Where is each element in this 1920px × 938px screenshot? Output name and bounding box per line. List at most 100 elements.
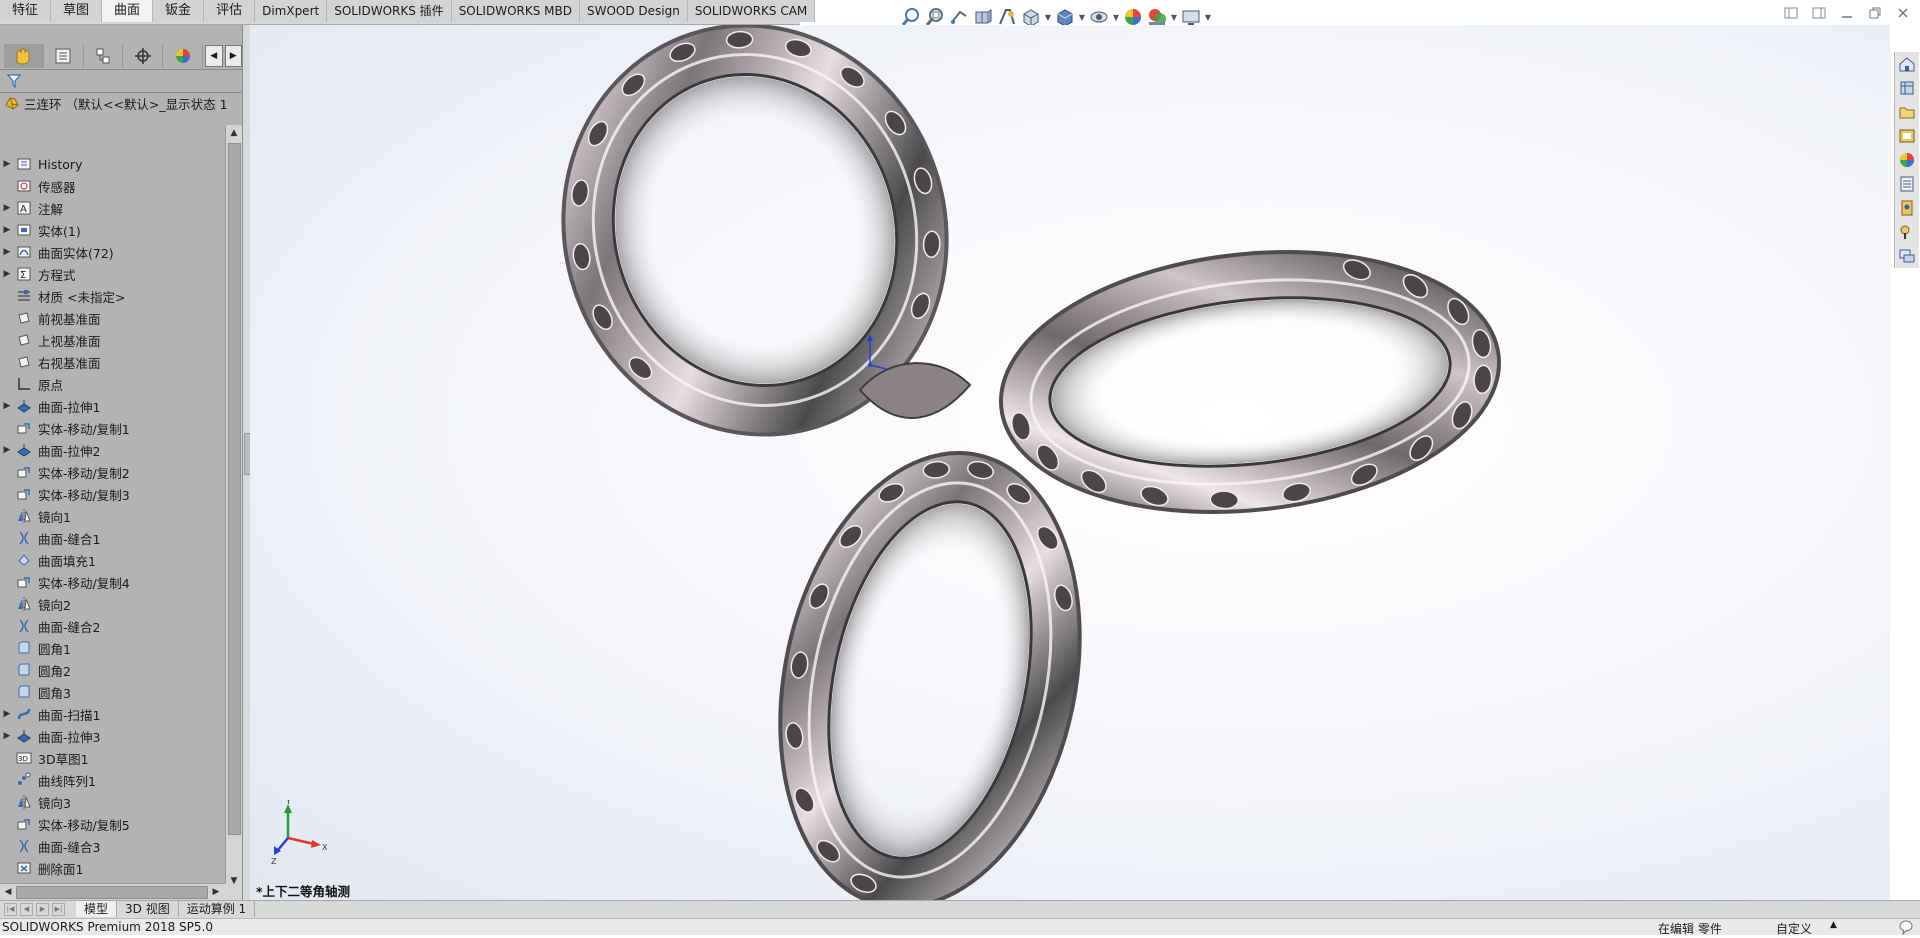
tree-item[interactable]: 右视基准面	[0, 351, 224, 373]
chevron-down-icon[interactable]: ▼	[1078, 13, 1086, 22]
tree-item[interactable]: 曲面-缝合1	[0, 527, 224, 549]
tab-surfaces[interactable]: 曲面	[102, 0, 154, 22]
tab-sheet-metal[interactable]: 钣金	[153, 0, 205, 22]
expand-arrow-icon[interactable]: ▶	[0, 401, 14, 411]
expand-arrow-icon[interactable]: ▶	[0, 247, 14, 257]
solidworks-resources-icon[interactable]	[1895, 52, 1919, 76]
chevron-down-icon[interactable]: ▼	[1112, 13, 1120, 22]
tab-swood-design[interactable]: SWOOD Design	[580, 0, 688, 22]
tree-item[interactable]: 实体-移动/复制3	[0, 483, 224, 505]
scroll-right-icon[interactable]: ▶	[208, 884, 224, 900]
tree-item[interactable]: 圆角1	[0, 637, 224, 659]
tab-mbd[interactable]: SOLIDWORKS MBD	[451, 0, 580, 22]
tree-item[interactable]: 曲面-缝合3	[0, 835, 224, 857]
scroll-left-icon[interactable]: ◀	[0, 884, 16, 900]
close-icon[interactable]	[1896, 6, 1910, 20]
appearances-scenes-icon[interactable]	[1895, 148, 1919, 172]
tree-item[interactable]: ▶ 曲面-拉伸1	[0, 395, 224, 417]
tree-item[interactable]: ▶ 曲面-拉伸2	[0, 439, 224, 461]
tab-3d-views[interactable]: 3D 视图	[117, 901, 179, 917]
tree-item[interactable]: 实体-移动/复制5	[0, 813, 224, 835]
next-tab-icon[interactable]: ▶	[36, 903, 49, 916]
tab-motion-study[interactable]: 运动算例 1	[179, 901, 256, 917]
tree-item[interactable]: 曲线阵列1	[0, 769, 224, 791]
chevron-down-icon[interactable]: ▼	[1204, 13, 1212, 22]
tree-item[interactable]: ▶ History	[0, 153, 224, 175]
file-explorer-icon[interactable]	[1895, 100, 1919, 124]
chevron-down-icon[interactable]: ▼	[1170, 13, 1178, 22]
help-bubble-icon[interactable]	[1898, 919, 1914, 936]
panel-grip[interactable]	[0, 25, 242, 43]
tree-item[interactable]: 镜向1	[0, 505, 224, 527]
tree-item[interactable]: 实体-移动/复制4	[0, 571, 224, 593]
first-tab-icon[interactable]: |◀	[4, 903, 17, 916]
tree-item[interactable]: 曲面-缝合2	[0, 615, 224, 637]
custom-properties-icon[interactable]	[1895, 172, 1919, 196]
tree-item[interactable]: 原点	[0, 373, 224, 395]
property-manager-tab-icon[interactable]	[44, 44, 84, 68]
tile-left-icon[interactable]	[1784, 6, 1798, 20]
configuration-manager-tab-icon[interactable]	[84, 44, 124, 68]
tree-item[interactable]: 实体-移动/复制1	[0, 417, 224, 439]
expand-arrow-icon[interactable]: ▶	[0, 225, 14, 235]
minimize-icon[interactable]	[1840, 6, 1854, 20]
expand-arrow-icon[interactable]: ▶	[0, 269, 14, 279]
restore-icon[interactable]	[1868, 6, 1882, 20]
tree-item[interactable]: 镜向2	[0, 593, 224, 615]
design-library-icon[interactable]	[1895, 76, 1919, 100]
part-root-item[interactable]: 三连环 （默认<<默认>_显示状态 1>	[0, 93, 228, 113]
tabs-scroll-right-icon[interactable]: ▶	[224, 45, 243, 67]
scroll-thumb[interactable]	[16, 886, 208, 899]
tree-item[interactable]: 镜向3	[0, 791, 224, 813]
tree-item[interactable]: 传感器	[0, 175, 224, 197]
scroll-thumb[interactable]	[228, 143, 241, 835]
graphics-area[interactable]: Y X Z *上下二等角轴测	[250, 25, 1890, 900]
filter-icon[interactable]	[6, 73, 22, 89]
tree-item[interactable]: 圆角3	[0, 681, 224, 703]
previous-tab-icon[interactable]: ◀	[20, 903, 33, 916]
tree-item[interactable]: 实体-移动/复制2	[0, 461, 224, 483]
dimxpert-manager-tab-icon[interactable]	[123, 44, 164, 68]
tab-evaluate[interactable]: 评估	[204, 0, 256, 22]
chevron-up-icon[interactable]: ▲	[1830, 920, 1837, 930]
tabs-scroll-left-icon[interactable]: ◀	[204, 45, 223, 67]
trefoil-ring-model[interactable]	[250, 25, 1890, 900]
last-tab-icon[interactable]: ▶|	[52, 903, 65, 916]
scroll-up-icon[interactable]: ▲	[226, 125, 242, 141]
tab-features[interactable]: 特征	[0, 0, 52, 22]
solidworks-forum-icon[interactable]	[1895, 196, 1919, 220]
tab-sketch[interactable]: 草图	[51, 0, 103, 22]
tab-model[interactable]: 模型	[76, 901, 118, 917]
tree-item[interactable]: 删除面1	[0, 857, 224, 879]
tree-item[interactable]: 圆角2	[0, 659, 224, 681]
tree-item[interactable]: ▶ 曲面-扫描1	[0, 703, 224, 725]
tab-cam[interactable]: SOLIDWORKS CAM	[687, 0, 816, 22]
unit-system-selector[interactable]: 自定义	[1776, 920, 1812, 937]
tab-add-ins[interactable]: SOLIDWORKS 插件	[327, 0, 452, 22]
sensor-tab-icon[interactable]	[1895, 220, 1919, 244]
expand-arrow-icon[interactable]: ▶	[0, 445, 14, 455]
display-manager-tab-icon[interactable]	[163, 44, 203, 68]
expand-arrow-icon[interactable]: ▶	[0, 159, 14, 169]
tree-item[interactable]: ▶ A 注解	[0, 197, 224, 219]
panel-splitter[interactable]	[243, 25, 251, 900]
messages-icon[interactable]	[1895, 244, 1919, 268]
expand-arrow-icon[interactable]: ▶	[0, 203, 14, 213]
tree-item[interactable]: ▶ 曲面-拉伸3	[0, 725, 224, 747]
tree-horizontal-scrollbar[interactable]: ◀ ▶	[0, 883, 226, 900]
tree-item[interactable]: ▶ 实体(1)	[0, 219, 224, 241]
tree-item[interactable]: 曲面填充1	[0, 549, 224, 571]
expand-arrow-icon[interactable]: ▶	[0, 709, 14, 719]
tree-item[interactable]: ▶ Σ 方程式	[0, 263, 224, 285]
tree-vertical-scrollbar[interactable]: ▲ ▼	[225, 125, 242, 905]
tree-item[interactable]: 3D 3D草图1	[0, 747, 224, 769]
tile-right-icon[interactable]	[1812, 6, 1826, 20]
tree-item[interactable]: 材质 <未指定>	[0, 285, 224, 307]
tree-item[interactable]: ▶ 曲面实体(72)	[0, 241, 224, 263]
chevron-down-icon[interactable]: ▼	[1044, 13, 1052, 22]
tab-dimxpert[interactable]: DimXpert	[255, 0, 328, 22]
tree-item[interactable]: 前视基准面	[0, 307, 224, 329]
tree-item[interactable]: 上视基准面	[0, 329, 224, 351]
expand-arrow-icon[interactable]: ▶	[0, 731, 14, 741]
view-palette-icon[interactable]	[1895, 124, 1919, 148]
